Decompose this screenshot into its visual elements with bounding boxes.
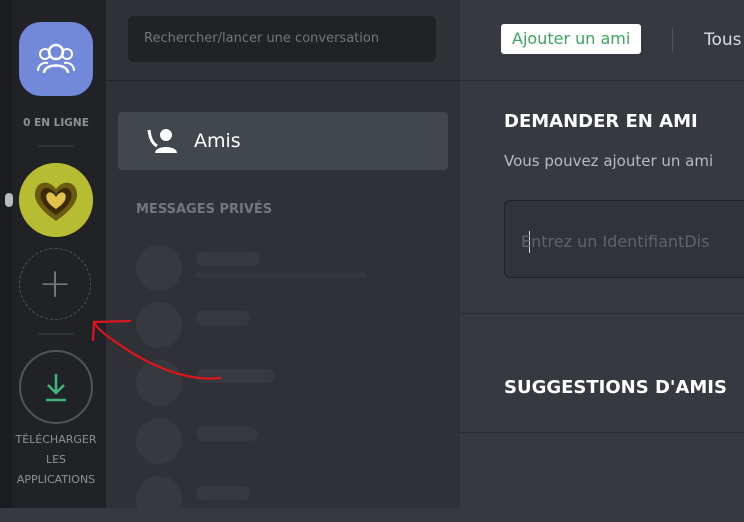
tab-all[interactable]: Tous bbox=[704, 30, 742, 50]
dm-header: Rechercher/lancer une conversation bbox=[106, 0, 460, 81]
dm-placeholder-line bbox=[196, 252, 260, 266]
dm-placeholder-line bbox=[196, 272, 366, 278]
add-friend-description: Vous pouvez ajouter un ami bbox=[504, 152, 714, 170]
private-messages-heading: MESSAGES PRIVÉS bbox=[136, 202, 273, 217]
friend-suggestions-heading: SUGGESTIONS D'AMIS bbox=[504, 377, 727, 398]
add-friend-heading: DEMANDER EN AMI bbox=[504, 111, 698, 132]
dm-placeholder-line bbox=[196, 486, 250, 500]
dm-placeholder-line bbox=[196, 427, 258, 441]
tab-add-friend[interactable]: Ajouter un ami bbox=[501, 24, 642, 54]
friends-header: Ajouter un ami Tous bbox=[460, 0, 744, 81]
download-apps-label: TÉLÉCHARGER LES APPLICATIONS bbox=[15, 433, 97, 486]
rail-separator bbox=[38, 145, 74, 147]
download-icon bbox=[46, 374, 66, 402]
download-apps-button[interactable] bbox=[19, 350, 93, 424]
friends-nav-item[interactable]: Amis bbox=[118, 112, 448, 170]
dm-placeholder-avatar bbox=[136, 360, 182, 406]
friends-group-icon bbox=[37, 43, 75, 74]
section-divider bbox=[460, 313, 744, 314]
friends-label: Amis bbox=[194, 130, 241, 152]
kiwi-heart-image bbox=[19, 163, 93, 237]
tab-divider bbox=[672, 28, 673, 52]
plus-icon: + bbox=[38, 261, 72, 307]
dm-placeholder-line bbox=[196, 311, 250, 325]
server-indicator-pill bbox=[5, 193, 13, 207]
friends-wave-icon bbox=[147, 129, 177, 153]
direct-messages-panel: Rechercher/lancer une conversation Amis … bbox=[106, 0, 460, 522]
add-friend-field[interactable] bbox=[504, 200, 744, 278]
main-content: Ajouter un ami Tous DEMANDER EN AMI Vous… bbox=[460, 0, 744, 508]
online-count-label: 0 EN LIGNE bbox=[23, 117, 89, 129]
dm-placeholder-avatar bbox=[136, 245, 182, 291]
dm-placeholder-avatar bbox=[136, 418, 182, 464]
search-conversation-input[interactable]: Rechercher/lancer une conversation bbox=[128, 16, 436, 62]
add-server-button[interactable]: + bbox=[19, 248, 91, 320]
server-icon-kiwi[interactable] bbox=[19, 163, 93, 237]
dm-placeholder-line bbox=[196, 369, 274, 383]
discord-tag-input[interactable] bbox=[519, 225, 744, 257]
dm-placeholder-avatar bbox=[136, 476, 182, 522]
home-button[interactable] bbox=[19, 22, 93, 96]
section-divider bbox=[460, 432, 744, 433]
dm-placeholder-avatar bbox=[136, 302, 182, 348]
rail-separator bbox=[38, 333, 74, 335]
